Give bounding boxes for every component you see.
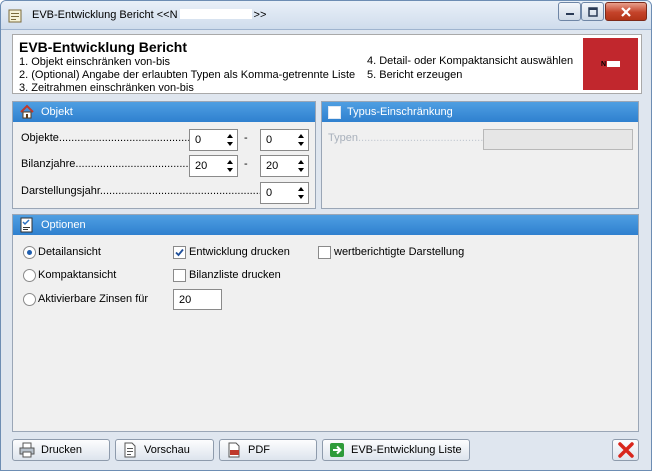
entwicklung-checkbox[interactable]: [173, 246, 186, 259]
green-arrow-icon: [329, 442, 345, 458]
vorschau-button[interactable]: Vorschau: [115, 439, 214, 461]
optionen-group: Optionen Detailansicht Kompaktansicht Ak…: [12, 214, 639, 432]
logo-letter: N: [600, 60, 607, 68]
bilanzliste-label: Bilanzliste drucken: [189, 269, 281, 281]
bilanzjahre-range-separator: -: [244, 158, 248, 170]
objekte-label-text: Objekte: [21, 132, 59, 144]
window-title-suffix: >>: [253, 9, 267, 21]
zinsen-value: 20: [179, 294, 192, 306]
evb-liste-button[interactable]: EVB-Entwicklung Liste: [322, 439, 470, 461]
pdf-icon: [226, 442, 242, 458]
typus-group-header: Typus-Einschränkung: [322, 102, 638, 122]
bilanzjahre-to-spinner[interactable]: 20: [260, 155, 309, 177]
kompaktansicht-label: Kompaktansicht: [38, 269, 117, 281]
maximize-icon: [587, 6, 598, 17]
zinsen-radio[interactable]: [23, 293, 36, 306]
report-window: EVB-Entwicklung Bericht <<N >> EVB-Entwic…: [0, 0, 652, 471]
objekte-label: Objekte.................................…: [21, 132, 215, 144]
company-logo: N: [583, 38, 638, 90]
entwicklung-label: Entwicklung drucken: [189, 246, 290, 258]
wertberichtigt-label: wertberichtigte Darstellung: [334, 246, 465, 258]
typus-checkbox[interactable]: [328, 105, 341, 119]
zinsen-label: Aktivierbare Zinsen für: [38, 293, 149, 305]
maximize-button[interactable]: [581, 2, 604, 21]
checkmark-icon: [175, 248, 184, 257]
objekte-from-value: 0: [195, 134, 202, 146]
darstellungsjahr-dot-leader: ........................................…: [99, 185, 287, 197]
instructions-panel: EVB-Entwicklung Bericht 1. Objekt einsch…: [12, 34, 642, 94]
bilanzliste-checkbox[interactable]: [173, 269, 186, 282]
spinner-arrows-icon[interactable]: [295, 157, 307, 175]
bilanzjahre-dot-leader: ......................................: [75, 158, 192, 170]
window-title: EVB-Entwicklung Bericht <<N >>: [32, 9, 266, 21]
minimize-icon: [565, 12, 574, 15]
pdf-label: PDF: [248, 444, 270, 456]
objekt-group: Objekt Objekte..........................…: [12, 101, 316, 209]
spinner-arrows-icon[interactable]: [295, 131, 307, 149]
spinner-arrows-icon[interactable]: [224, 157, 236, 175]
minimize-button[interactable]: [558, 2, 581, 21]
objekte-from-spinner[interactable]: 0: [189, 129, 238, 151]
detailansicht-radio[interactable]: [23, 246, 36, 259]
darstellungsjahr-value: 0: [266, 187, 273, 199]
spinner-arrows-icon[interactable]: [224, 131, 236, 149]
objekte-to-spinner[interactable]: 0: [260, 129, 309, 151]
detailansicht-label: Detailansicht: [38, 246, 101, 258]
spinner-arrows-icon[interactable]: [295, 184, 307, 202]
bilanzjahre-to-value: 20: [266, 160, 279, 172]
window-title-prefix: EVB-Entwicklung Bericht <<N: [32, 9, 178, 21]
optionen-group-header: Optionen: [13, 215, 638, 235]
report-title: EVB-Entwicklung Bericht: [19, 39, 188, 55]
bilanzjahre-from-spinner[interactable]: 20: [189, 155, 238, 177]
pdf-button[interactable]: PDF: [219, 439, 317, 461]
step-1: 1. Objekt einschränken von-bis: [19, 56, 171, 68]
optionen-group-title: Optionen: [41, 219, 86, 231]
logo-bar: [607, 61, 621, 67]
objekte-range-separator: -: [244, 132, 248, 144]
objekte-to-value: 0: [266, 134, 273, 146]
drucken-label: Drucken: [41, 444, 82, 456]
step-3: 3. Zeitrahmen einschränken von-bis: [19, 82, 194, 94]
bilanzjahre-label-text: Bilanzjahre: [21, 158, 76, 170]
options-icon: [19, 217, 35, 233]
objekt-group-title: Objekt: [41, 106, 73, 118]
typen-label-text: Typen: [328, 132, 358, 144]
evb-liste-label: EVB-Entwicklung Liste: [351, 444, 462, 456]
close-dialog-button[interactable]: [612, 439, 639, 461]
printer-icon: [19, 442, 35, 458]
app-icon: [8, 9, 22, 23]
zinsen-input[interactable]: 20: [173, 289, 222, 310]
step-2: 2. (Optional) Angabe der erlaubten Typen…: [19, 69, 356, 81]
typus-group: Typus-Einschränkung Typen...............…: [321, 101, 639, 209]
preview-document-icon: [122, 442, 138, 458]
redacted-block: [179, 9, 252, 19]
kompaktansicht-radio[interactable]: [23, 269, 36, 282]
step-5: 5. Bericht erzeugen: [367, 69, 463, 81]
close-icon: [621, 6, 631, 17]
bilanzjahre-label: Bilanzjahre.............................…: [21, 158, 192, 170]
typen-input[interactable]: [483, 129, 633, 150]
house-icon: [19, 104, 35, 120]
darstellungsjahr-spinner[interactable]: 0: [260, 182, 309, 204]
close-window-button[interactable]: [605, 2, 647, 21]
typus-group-title: Typus-Einschränkung: [347, 106, 453, 118]
title-bar: EVB-Entwicklung Bericht <<N >>: [1, 1, 651, 30]
vorschau-label: Vorschau: [144, 444, 190, 456]
darstellungsjahr-label: Darstellungsjahr........................…: [21, 185, 286, 197]
objekt-group-header: Objekt: [13, 102, 315, 122]
bilanzjahre-from-value: 20: [195, 160, 208, 172]
red-x-icon: [617, 442, 634, 458]
step-4: 4. Detail- oder Kompaktansicht auswählen: [367, 55, 574, 67]
darstellungsjahr-label-text: Darstellungsjahr: [21, 185, 100, 197]
drucken-button[interactable]: Drucken: [12, 439, 110, 461]
wertberichtigt-checkbox[interactable]: [318, 246, 331, 259]
